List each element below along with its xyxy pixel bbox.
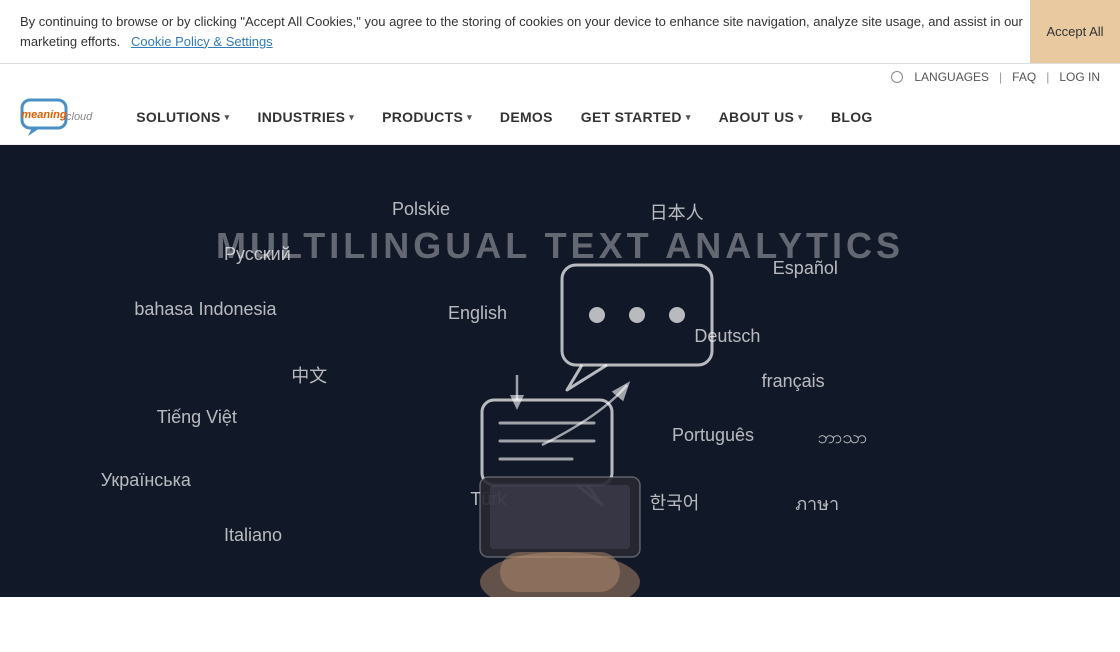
main-nav: SOLUTIONS ▾ INDUSTRIES ▾ PRODUCTS ▾ DEMO… <box>122 101 1100 133</box>
lang-word: Українська <box>101 470 191 491</box>
cookie-policy-link[interactable]: Cookie Policy & Settings <box>131 34 273 49</box>
accept-cookies-button[interactable]: Accept All <box>1030 0 1120 63</box>
nav-item-products[interactable]: PRODUCTS ▾ <box>368 101 486 133</box>
hero-section: PolskieРусский日本人Españolbahasa Indonesia… <box>0 145 1120 597</box>
nav-item-industries[interactable]: INDUSTRIES ▾ <box>244 101 369 133</box>
nav-item-demos[interactable]: DEMOS <box>486 101 567 133</box>
hand-tablet-icon <box>360 467 760 597</box>
nav-item-get-started[interactable]: GET STARTED ▾ <box>567 101 705 133</box>
separator-2: | <box>1046 70 1049 84</box>
lang-word: ဘာသာ <box>818 425 868 452</box>
header: meaning cloud SOLUTIONS ▾ INDUSTRIES ▾ P… <box>0 90 1120 145</box>
lang-word: Polskie <box>392 199 450 220</box>
chevron-down-icon: ▾ <box>798 112 803 123</box>
chevron-down-icon: ▾ <box>225 112 230 123</box>
languages-globe-icon <box>891 71 903 83</box>
chevron-down-icon: ▾ <box>686 112 691 123</box>
lang-word: bahasa Indonesia <box>134 299 276 320</box>
lang-word: 日本人 <box>650 199 704 225</box>
svg-text:meaning: meaning <box>21 109 67 121</box>
chevron-down-icon: ▾ <box>349 112 354 123</box>
languages-link[interactable]: LANGUAGES <box>914 70 989 84</box>
lang-word: français <box>762 371 825 392</box>
chevron-down-icon: ▾ <box>467 112 472 123</box>
utility-bar: LANGUAGES | FAQ | LOG IN <box>0 64 1120 90</box>
login-link[interactable]: LOG IN <box>1059 70 1100 84</box>
logo[interactable]: meaning cloud <box>20 98 92 136</box>
nav-item-blog[interactable]: BLOG <box>817 101 887 133</box>
logo-container[interactable]: meaning cloud <box>20 98 92 136</box>
nav-item-solutions[interactable]: SOLUTIONS ▾ <box>122 101 243 133</box>
faq-link[interactable]: FAQ <box>1012 70 1036 84</box>
lang-word: Italiano <box>224 525 282 546</box>
separator-1: | <box>999 70 1002 84</box>
lang-word: Tiếng Việt <box>157 407 237 428</box>
cookie-banner: By continuing to browse or by clicking "… <box>0 0 1120 64</box>
nav-item-about-us[interactable]: ABOUT US ▾ <box>705 101 817 133</box>
lang-word: ภาษา <box>795 489 839 518</box>
logo-bubble-icon: meaning <box>20 98 72 136</box>
lang-word: 中文 <box>291 362 327 388</box>
